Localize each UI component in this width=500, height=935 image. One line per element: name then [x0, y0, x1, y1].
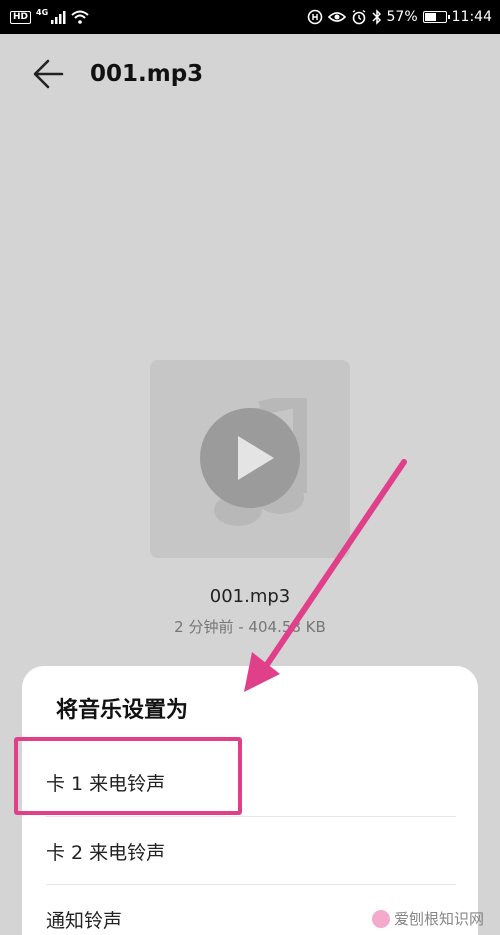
bluetooth-icon: [371, 9, 381, 25]
page-title: 001.mp3: [90, 61, 204, 87]
sheet-item-sim2-ringtone[interactable]: 卡 2 来电铃声: [46, 816, 456, 885]
watermark-logo-icon: [371, 909, 390, 928]
screen: HD 4G 57% 11:44 001.mp3 001.mp3 2 分钟前 - …: [0, 0, 500, 935]
battery-fill: [424, 13, 437, 21]
arrow-left-icon: [33, 59, 64, 89]
status-right: 57% 11:44: [307, 0, 492, 34]
play-button[interactable]: [200, 408, 300, 508]
play-icon: [238, 436, 274, 480]
status-bar: HD 4G 57% 11:44: [0, 0, 500, 34]
watermark-text: 爱刨根知识网: [393, 910, 484, 928]
hd-badge: HD: [10, 10, 32, 24]
battery-icon: [422, 11, 450, 23]
sheet-item-label: 通知铃声: [46, 909, 123, 932]
eye-icon: [327, 12, 346, 22]
annotation-highlight-box: [14, 737, 242, 815]
status-left: HD 4G: [10, 0, 89, 34]
back-button[interactable]: [30, 56, 70, 92]
signal-icon: [51, 11, 66, 24]
watermark: 爱刨根知识网: [371, 908, 484, 929]
network-type: 4G: [36, 8, 49, 17]
sheet-title: 将音乐设置为: [56, 698, 189, 723]
status-time: 11:44: [451, 9, 492, 25]
media-thumbnail[interactable]: [150, 360, 350, 558]
app-header: 001.mp3: [0, 34, 500, 114]
battery-percent: 57%: [386, 9, 418, 25]
data-saver-icon: [307, 9, 322, 25]
file-name: 001.mp3: [209, 586, 291, 607]
alarm-icon: [352, 9, 365, 25]
sheet-item-label: 卡 2 来电铃声: [46, 841, 166, 864]
file-meta: 2 分钟前 - 404.58 KB: [174, 618, 326, 636]
wifi-icon: [71, 10, 89, 24]
